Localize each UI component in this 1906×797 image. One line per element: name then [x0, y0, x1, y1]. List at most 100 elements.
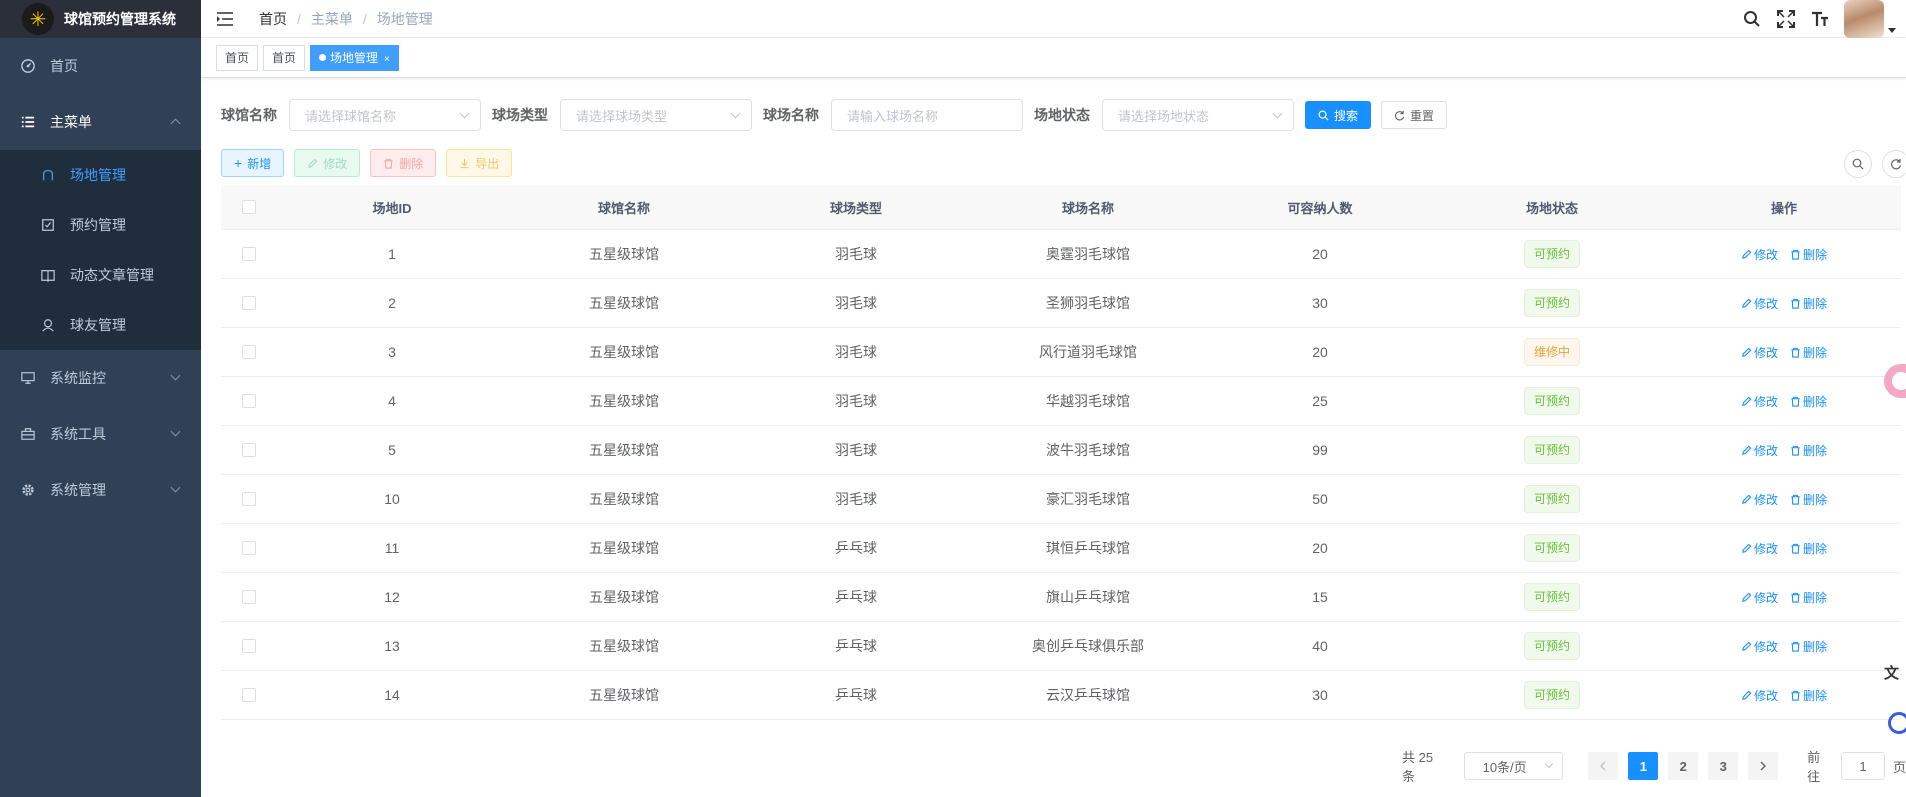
breadcrumb-separator: / [297, 10, 301, 27]
row-edit-label: 修改 [1753, 296, 1778, 311]
court-type-select[interactable]: 请选择球场类型 [560, 99, 752, 131]
row-checkbox[interactable] [241, 541, 256, 555]
row-edit-link[interactable]: 修改 [1741, 491, 1778, 508]
sidebar-item-home[interactable]: 首页 [0, 38, 201, 94]
toggle-search-button[interactable] [1844, 150, 1872, 178]
row-delete-link[interactable]: 删除 [1790, 442, 1827, 459]
row-delete-link[interactable]: 删除 [1790, 344, 1827, 361]
row-select-cell [221, 541, 276, 555]
breadcrumb-home[interactable]: 首页 [259, 9, 287, 29]
sidebar-item-main-menu[interactable]: 主菜单 [0, 94, 201, 150]
sidebar-item-booking-management[interactable]: 预约管理 [0, 200, 201, 250]
row-edit-link[interactable]: 修改 [1741, 687, 1778, 704]
row-checkbox[interactable] [241, 394, 256, 408]
tag-home-2[interactable]: 首页 [263, 44, 306, 71]
sidebar-item-system-monitor[interactable]: 系统监控 [0, 350, 201, 406]
court-name-input[interactable]: 请输入球场名称 [831, 99, 1023, 131]
sidebar-item-label: 球友管理 [70, 317, 126, 333]
refresh-button[interactable] [1882, 150, 1906, 178]
row-edit-link[interactable]: 修改 [1741, 344, 1778, 361]
tag-home[interactable]: 首页 [216, 44, 259, 71]
edit-icon [1742, 641, 1752, 651]
row-checkbox[interactable] [241, 688, 256, 702]
cell-court-type: 乒乓球 [835, 540, 877, 556]
row-checkbox[interactable] [241, 590, 256, 604]
cell-operations: 修改 删除 [1668, 295, 1900, 312]
row-checkbox[interactable] [241, 639, 256, 653]
next-page-button[interactable] [1748, 752, 1779, 780]
caret-down-icon[interactable] [1888, 27, 1896, 33]
status-badge: 可预约 [1523, 681, 1580, 709]
prev-page-button[interactable] [1588, 752, 1619, 780]
sidebar-item-article-management[interactable]: 动态文章管理 [0, 250, 201, 300]
row-edit-link[interactable]: 修改 [1741, 638, 1778, 655]
hamburger-icon[interactable] [217, 10, 235, 28]
goto-page-input[interactable]: 1 [1841, 752, 1885, 780]
sidebar-item-system-tools[interactable]: 系统工具 [0, 406, 201, 462]
select-all-checkbox[interactable] [241, 200, 256, 214]
cell-status: 可预约 [1436, 436, 1668, 464]
row-edit-label: 修改 [1753, 345, 1778, 360]
search-icon [1318, 110, 1329, 121]
row-delete-link[interactable]: 删除 [1790, 393, 1827, 410]
row-delete-link[interactable]: 删除 [1790, 295, 1827, 312]
row-checkbox[interactable] [241, 443, 256, 457]
page-1[interactable]: 1 [1628, 752, 1659, 780]
status-select[interactable]: 请选择场地状态 [1102, 99, 1294, 131]
close-icon[interactable]: × [384, 54, 390, 65]
add-button[interactable]: + 新增 [221, 149, 285, 177]
export-button[interactable]: 导出 [446, 149, 513, 177]
font-size-icon[interactable] [1810, 9, 1830, 29]
row-edit-link[interactable]: 修改 [1741, 540, 1778, 557]
delete-button[interactable]: 删除 [370, 149, 437, 177]
row-checkbox[interactable] [241, 247, 256, 261]
row-delete-link[interactable]: 删除 [1790, 540, 1827, 557]
translate-icon[interactable]: 文 [1884, 662, 1906, 686]
row-edit-link[interactable]: 修改 [1741, 246, 1778, 263]
helper-icon [1892, 372, 1906, 390]
row-delete-link[interactable]: 删除 [1790, 246, 1827, 263]
search-button[interactable]: 搜索 [1305, 101, 1372, 129]
logo-area[interactable]: ✳ 球馆预约管理系统 [0, 0, 201, 38]
row-delete-link[interactable]: 删除 [1790, 491, 1827, 508]
venue-label: 球馆名称 [221, 107, 277, 123]
search-icon[interactable] [1742, 9, 1762, 29]
cell-venue-id: 3 [388, 344, 396, 360]
goto-label: 前往 [1807, 750, 1821, 784]
sidebar-item-system-admin[interactable]: 系统管理 [0, 462, 201, 518]
cell-venue-name: 五星级球馆 [589, 491, 659, 507]
user-group-icon [40, 317, 56, 333]
row-edit-link[interactable]: 修改 [1741, 295, 1778, 312]
row-edit-link[interactable]: 修改 [1741, 393, 1778, 410]
cell-status: 可预约 [1436, 583, 1668, 611]
row-delete-label: 删除 [1803, 541, 1828, 556]
reset-button[interactable]: 重置 [1381, 101, 1448, 129]
sidebar-item-venue-management[interactable]: 场地管理 [0, 150, 201, 200]
tag-venue-management[interactable]: 场地管理 × [310, 44, 399, 71]
trash-icon [1791, 347, 1800, 358]
avatar[interactable] [1844, 0, 1884, 38]
row-delete-link[interactable]: 删除 [1790, 589, 1827, 606]
sidebar-item-player-management[interactable]: 球友管理 [0, 300, 201, 350]
toolbar: + 新增 修改 删除 导出 [221, 149, 522, 177]
row-checkbox[interactable] [241, 492, 256, 506]
row-edit-link[interactable]: 修改 [1741, 589, 1778, 606]
fullscreen-icon[interactable] [1776, 9, 1796, 29]
row-checkbox[interactable] [241, 296, 256, 310]
row-edit-label: 修改 [1753, 541, 1778, 556]
page-size-select[interactable]: 10条/页 [1463, 752, 1564, 780]
row-delete-link[interactable]: 删除 [1790, 638, 1827, 655]
page-3[interactable]: 3 [1708, 752, 1739, 780]
header-venue-name: 球馆名称 [597, 200, 650, 216]
sidebar-item-label: 系统监控 [50, 370, 106, 386]
venue-select[interactable]: 请选择球馆名称 [289, 99, 481, 131]
toolbox-icon [20, 426, 36, 442]
assistant-icon[interactable] [1888, 712, 1906, 734]
edit-icon [1742, 396, 1752, 406]
edit-icon [1742, 347, 1752, 357]
row-delete-link[interactable]: 删除 [1790, 687, 1827, 704]
edit-button[interactable]: 修改 [294, 149, 361, 177]
page-2[interactable]: 2 [1668, 752, 1699, 780]
row-checkbox[interactable] [241, 345, 256, 359]
row-edit-link[interactable]: 修改 [1741, 442, 1778, 459]
